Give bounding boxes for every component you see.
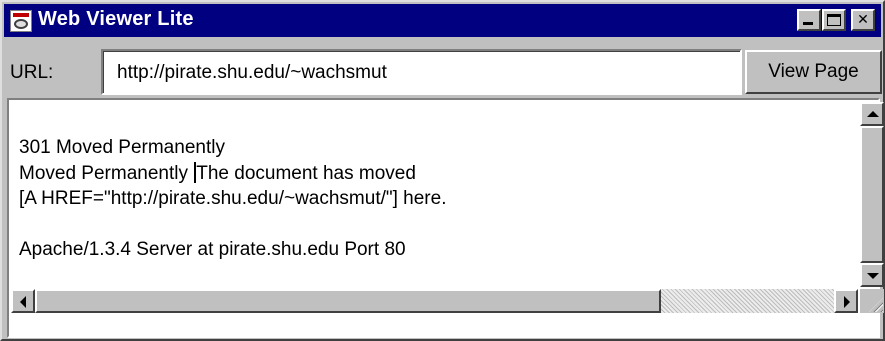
app-icon[interactable]: [10, 10, 32, 32]
close-icon: ✕: [857, 12, 869, 28]
scroll-up-button[interactable]: [860, 102, 884, 126]
scrollbar-corner: [860, 289, 884, 313]
horizontal-scroll-thumb[interactable]: [35, 289, 661, 313]
minimize-icon: [803, 22, 813, 25]
app-window: Web Viewer Lite ✕ URL: View Page 301 Mov…: [0, 0, 885, 341]
maximize-button[interactable]: [822, 9, 846, 31]
title-bar[interactable]: Web Viewer Lite ✕: [4, 4, 881, 37]
maximize-icon: [827, 14, 841, 26]
arrow-left-icon: [20, 296, 26, 308]
text-line: Apache/1.3.4 Server at pirate.shu.edu Po…: [19, 239, 406, 260]
text-line: Moved Permanently: [19, 162, 194, 184]
page-text-area[interactable]: 301 Moved Permanently Moved Permanently …: [11, 102, 858, 287]
arrow-down-icon: [867, 273, 879, 279]
scroll-right-button[interactable]: [834, 289, 858, 313]
close-button[interactable]: ✕: [851, 9, 875, 31]
url-input[interactable]: [117, 59, 727, 87]
minimize-button[interactable]: [797, 9, 821, 31]
resize-grip-icon[interactable]: [869, 298, 883, 312]
scroll-left-button[interactable]: [11, 289, 35, 313]
text-line: [A HREF="http://pirate.shu.edu/~wachsmut…: [19, 188, 447, 209]
vertical-scrollbar[interactable]: [860, 102, 884, 287]
horizontal-scrollbar[interactable]: [11, 289, 858, 313]
scroll-down-button[interactable]: [860, 263, 884, 287]
content-pane: 301 Moved Permanently Moved Permanently …: [7, 98, 884, 338]
view-page-button[interactable]: View Page: [745, 50, 882, 94]
arrow-right-icon: [844, 296, 850, 308]
arrow-up-icon: [867, 111, 879, 117]
window-title: Web Viewer Lite: [38, 8, 194, 30]
text-line: The document has moved: [196, 162, 416, 184]
url-field-frame[interactable]: [101, 49, 742, 95]
text-line: 301 Moved Permanently: [19, 137, 225, 158]
vertical-scroll-thumb[interactable]: [860, 126, 884, 263]
url-label: URL:: [10, 62, 54, 83]
